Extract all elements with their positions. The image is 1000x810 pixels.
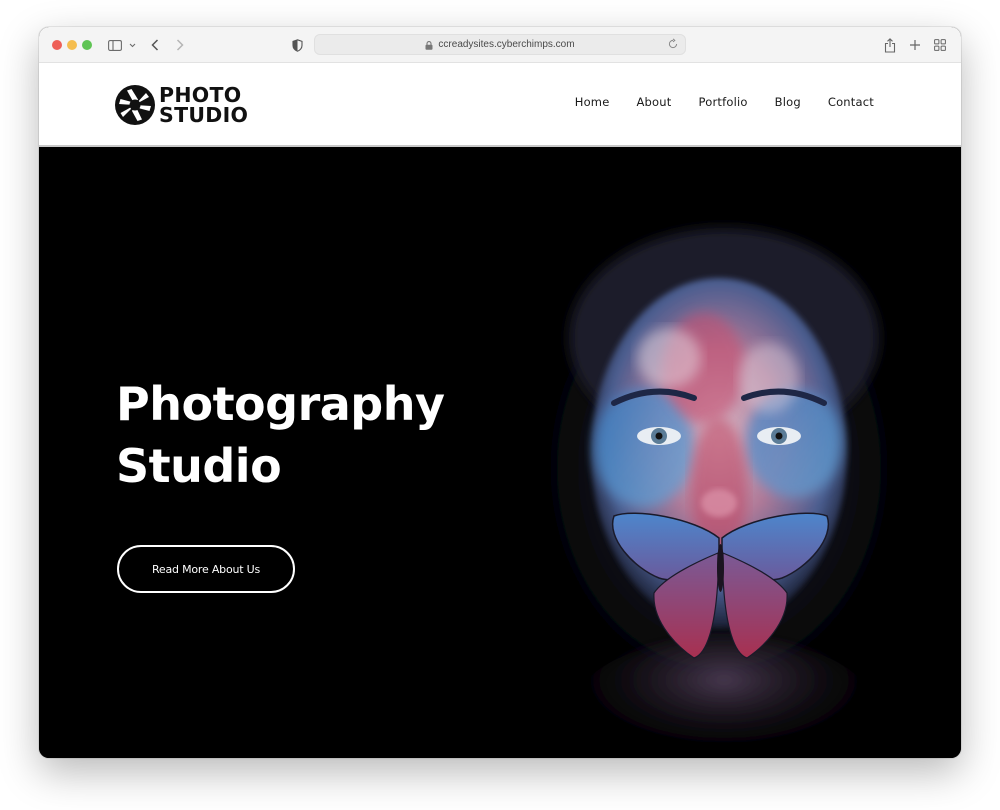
read-more-button[interactable]: Read More About Us xyxy=(117,545,295,593)
sidebar-icon[interactable] xyxy=(107,35,123,55)
camera-aperture-icon xyxy=(114,84,156,126)
hero-title: Photography Studio xyxy=(116,373,445,497)
logo-line-2: STUDIO xyxy=(159,103,249,127)
nav-portfolio[interactable]: Portfolio xyxy=(699,95,748,109)
nav-home[interactable]: Home xyxy=(575,95,610,109)
nav-blog[interactable]: Blog xyxy=(775,95,801,109)
main-nav: Home About Portfolio Blog Contact xyxy=(548,95,874,109)
logo-text: PHOTO STUDIO xyxy=(159,83,249,127)
nav-contact[interactable]: Contact xyxy=(828,95,874,109)
minimize-window-button[interactable] xyxy=(67,40,77,50)
lock-icon xyxy=(425,40,433,50)
grid-icon[interactable] xyxy=(932,35,948,55)
hero-title-line-2: Studio xyxy=(116,439,282,493)
logo-line-1: PHOTO xyxy=(159,83,242,107)
shield-icon[interactable] xyxy=(290,35,304,55)
site-header: PHOTO STUDIO Home About Portfolio Blog C… xyxy=(39,63,961,147)
chevron-right-icon[interactable] xyxy=(173,35,187,55)
hero-title-line-1: Photography xyxy=(116,377,445,431)
close-window-button[interactable] xyxy=(52,40,62,50)
plus-icon[interactable] xyxy=(907,35,923,55)
nav-about[interactable]: About xyxy=(636,95,671,109)
address-bar[interactable]: ccreadysites.cyberchimps.com xyxy=(314,34,686,55)
zoom-window-button[interactable] xyxy=(82,40,92,50)
chevron-left-icon[interactable] xyxy=(148,35,162,55)
url-text: ccreadysites.cyberchimps.com xyxy=(438,39,575,50)
browser-window: ccreadysites.cyberchimps.com PHOTO STUDI… xyxy=(39,27,961,758)
reload-icon[interactable] xyxy=(667,38,679,50)
browser-toolbar: ccreadysites.cyberchimps.com xyxy=(39,27,961,63)
chevron-down-icon[interactable] xyxy=(127,35,137,55)
share-icon[interactable] xyxy=(882,35,898,55)
site-logo[interactable]: PHOTO STUDIO xyxy=(114,83,248,127)
hero-section: Photography Studio Read More About Us xyxy=(39,148,961,758)
hero-portrait-image xyxy=(509,218,929,758)
